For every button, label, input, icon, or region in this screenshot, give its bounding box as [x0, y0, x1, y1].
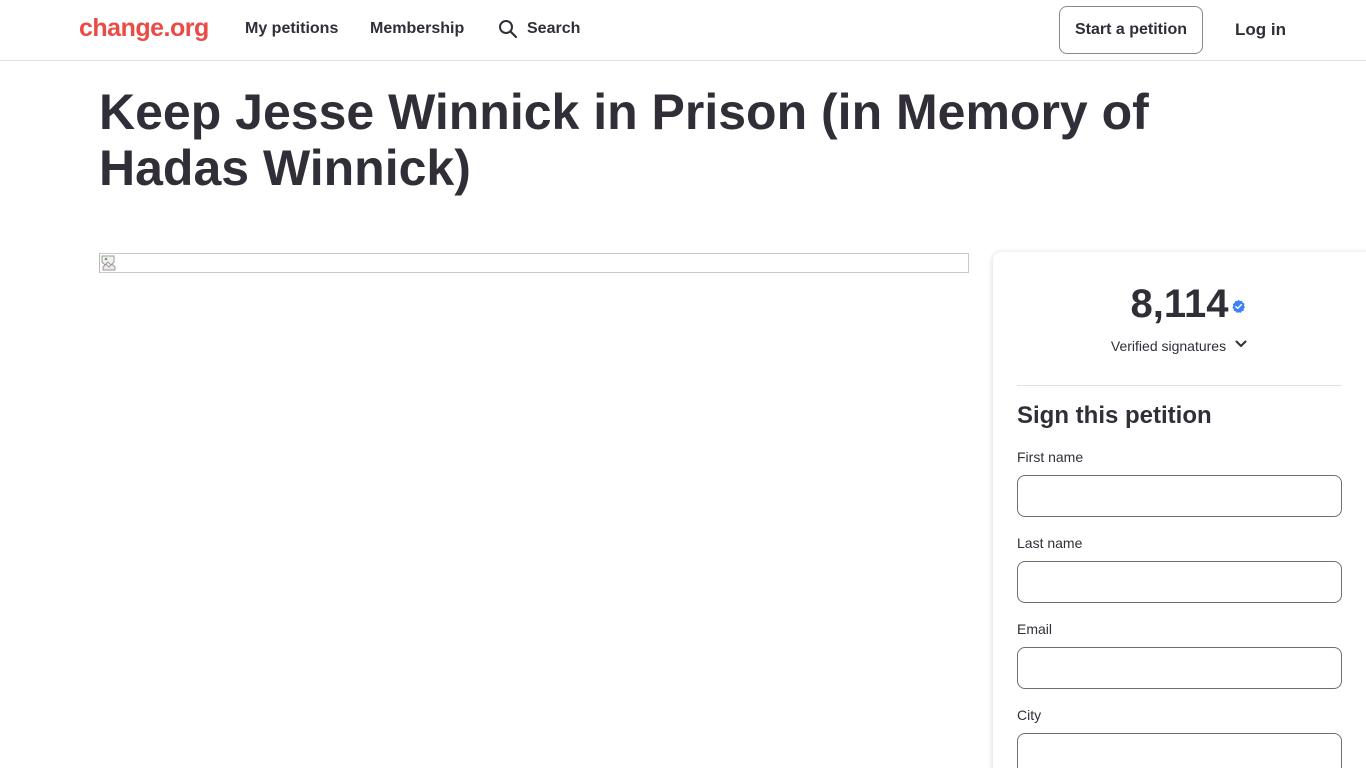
search-label: Search — [527, 20, 581, 37]
city-label: City — [1017, 707, 1042, 723]
start-petition-button[interactable]: Start a petition — [1059, 6, 1203, 54]
login-link[interactable]: Log in — [1235, 20, 1286, 40]
last-name-input[interactable] — [1017, 561, 1342, 603]
card-divider — [1017, 385, 1342, 386]
email-label: Email — [1017, 621, 1053, 637]
nav-my-petitions[interactable]: My petitions — [245, 20, 338, 38]
chevron-down-icon — [1234, 337, 1248, 354]
change-org-logo[interactable]: change.org — [79, 14, 209, 43]
verified-signatures-toggle[interactable]: Verified signatures — [993, 337, 1366, 354]
signature-count-wrap: 8,114 — [993, 282, 1366, 327]
city-input[interactable] — [1017, 733, 1342, 768]
email-input[interactable] — [1017, 647, 1342, 689]
first-name-label: First name — [1017, 449, 1084, 465]
nav-membership[interactable]: Membership — [370, 20, 464, 38]
signature-count: 8,114 — [1130, 282, 1246, 327]
verified-signatures-label: Verified signatures — [1110, 337, 1227, 354]
petition-image — [99, 253, 969, 273]
first-name-input[interactable] — [1017, 475, 1342, 517]
sign-petition-card: 8,114 Verified signatures Sign this peti… — [993, 252, 1366, 768]
nav-search[interactable]: Search — [498, 19, 580, 39]
sign-petition-heading: Sign this petition — [1017, 402, 1212, 429]
signature-count-value: 8,114 — [1130, 282, 1229, 326]
broken-image-icon — [100, 254, 118, 272]
site-header: change.org My petitions Membership Searc… — [0, 0, 1366, 61]
petition-title: Keep Jesse Winnick in Prison (in Memory … — [99, 84, 1149, 196]
verified-badge-icon — [1231, 279, 1246, 313]
search-icon — [498, 19, 518, 39]
last-name-label: Last name — [1017, 535, 1083, 551]
